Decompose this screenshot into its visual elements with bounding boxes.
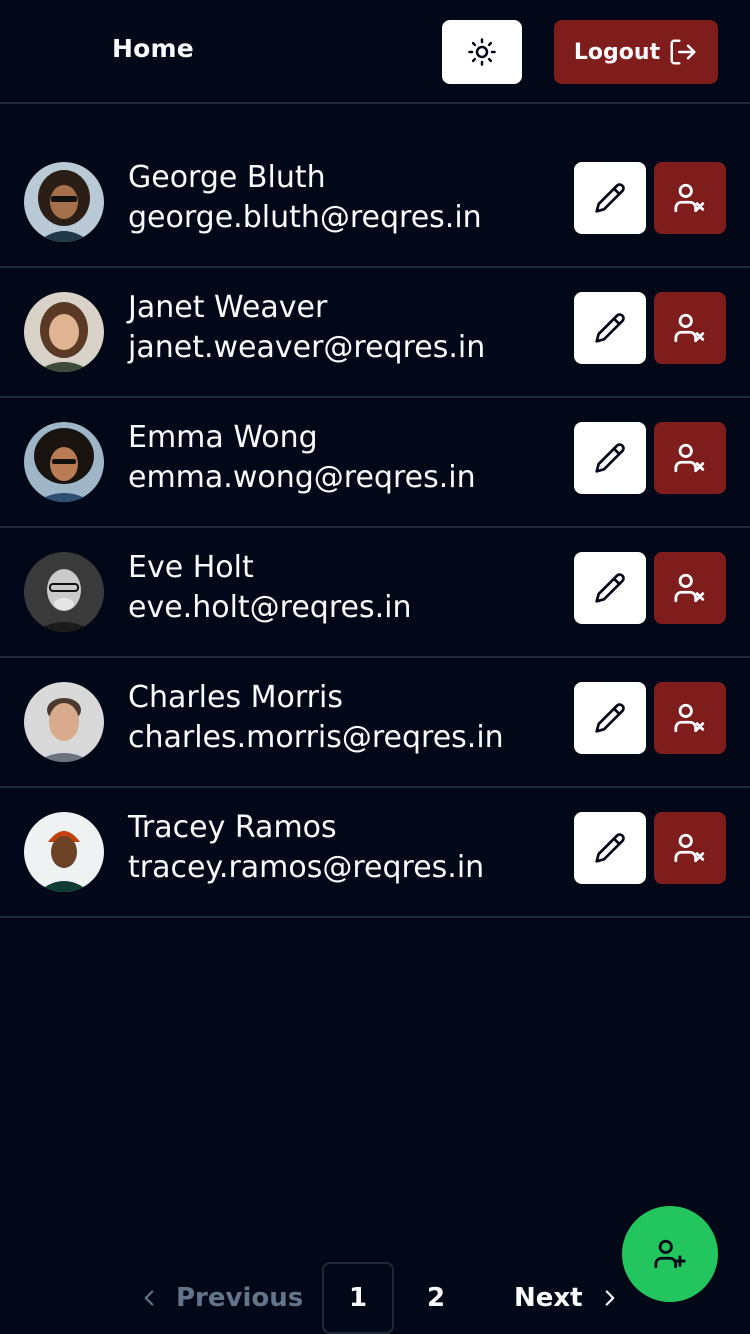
user-name: Janet Weaver bbox=[128, 290, 328, 325]
user-row: Emma Wong emma.wong@reqres.in bbox=[0, 398, 750, 528]
avatar bbox=[24, 422, 104, 502]
previous-page-button[interactable]: Previous bbox=[136, 1272, 303, 1324]
user-list: George Bluth george.bluth@reqres.in Jane… bbox=[0, 138, 750, 918]
user-row: George Bluth george.bluth@reqres.in bbox=[0, 138, 750, 268]
pencil-icon bbox=[595, 443, 625, 473]
pagination: Previous 1 2 Next bbox=[0, 1262, 750, 1334]
delete-user-button[interactable] bbox=[654, 292, 726, 364]
user-name: Eve Holt bbox=[128, 550, 254, 585]
chevron-right-icon bbox=[605, 1290, 614, 1306]
user-row: Janet Weaver janet.weaver@reqres.in bbox=[0, 268, 750, 398]
theme-toggle-button[interactable] bbox=[442, 20, 522, 84]
edit-user-button[interactable] bbox=[574, 422, 646, 494]
user-email: eve.holt@reqres.in bbox=[128, 590, 412, 625]
user-x-icon bbox=[674, 573, 705, 603]
edit-user-button[interactable] bbox=[574, 812, 646, 884]
user-row: Eve Holt eve.holt@reqres.in bbox=[0, 528, 750, 658]
avatar bbox=[24, 682, 104, 762]
edit-user-button[interactable] bbox=[574, 682, 646, 754]
top-navbar: Home Logout bbox=[0, 0, 750, 104]
logout-label: Logout bbox=[573, 39, 661, 65]
pencil-icon bbox=[595, 833, 625, 863]
pencil-icon bbox=[595, 703, 625, 733]
user-email: george.bluth@reqres.in bbox=[128, 200, 482, 235]
user-x-icon bbox=[674, 313, 705, 343]
delete-user-button[interactable] bbox=[654, 552, 726, 624]
user-x-icon bbox=[674, 703, 705, 733]
pencil-icon bbox=[595, 183, 625, 213]
logout-icon bbox=[670, 39, 696, 65]
delete-user-button[interactable] bbox=[654, 812, 726, 884]
user-email: tracey.ramos@reqres.in bbox=[128, 850, 485, 885]
user-row: Tracey Ramos tracey.ramos@reqres.in bbox=[0, 788, 750, 918]
edit-user-button[interactable] bbox=[574, 292, 646, 364]
next-label: Next bbox=[514, 1283, 583, 1313]
page-button-2[interactable]: 2 bbox=[400, 1262, 472, 1334]
delete-user-button[interactable] bbox=[654, 682, 726, 754]
user-email: charles.morris@reqres.in bbox=[128, 720, 504, 755]
home-link[interactable]: Home bbox=[112, 34, 194, 63]
avatar bbox=[24, 292, 104, 372]
user-name: Emma Wong bbox=[128, 420, 318, 455]
user-name: Tracey Ramos bbox=[128, 810, 337, 845]
user-x-icon bbox=[674, 183, 705, 213]
avatar bbox=[24, 552, 104, 632]
user-x-icon bbox=[674, 833, 705, 863]
previous-label: Previous bbox=[176, 1283, 304, 1313]
edit-user-button[interactable] bbox=[574, 162, 646, 234]
logout-button[interactable]: Logout bbox=[554, 20, 718, 84]
user-name: George Bluth bbox=[128, 160, 326, 195]
avatar bbox=[24, 812, 104, 892]
user-x-icon bbox=[674, 443, 705, 473]
next-page-button[interactable]: Next bbox=[514, 1272, 623, 1324]
user-row: Charles Morris charles.morris@reqres.in bbox=[0, 658, 750, 788]
page-button-1[interactable]: 1 bbox=[322, 1262, 394, 1334]
pencil-icon bbox=[595, 313, 625, 343]
sun-icon bbox=[468, 38, 496, 66]
edit-user-button[interactable] bbox=[574, 552, 646, 624]
chevron-left-icon bbox=[144, 1290, 154, 1306]
pencil-icon bbox=[595, 573, 625, 603]
delete-user-button[interactable] bbox=[654, 422, 726, 494]
user-email: emma.wong@reqres.in bbox=[128, 460, 476, 495]
user-name: Charles Morris bbox=[128, 680, 343, 715]
avatar bbox=[24, 162, 104, 242]
user-email: janet.weaver@reqres.in bbox=[128, 330, 486, 365]
delete-user-button[interactable] bbox=[654, 162, 726, 234]
